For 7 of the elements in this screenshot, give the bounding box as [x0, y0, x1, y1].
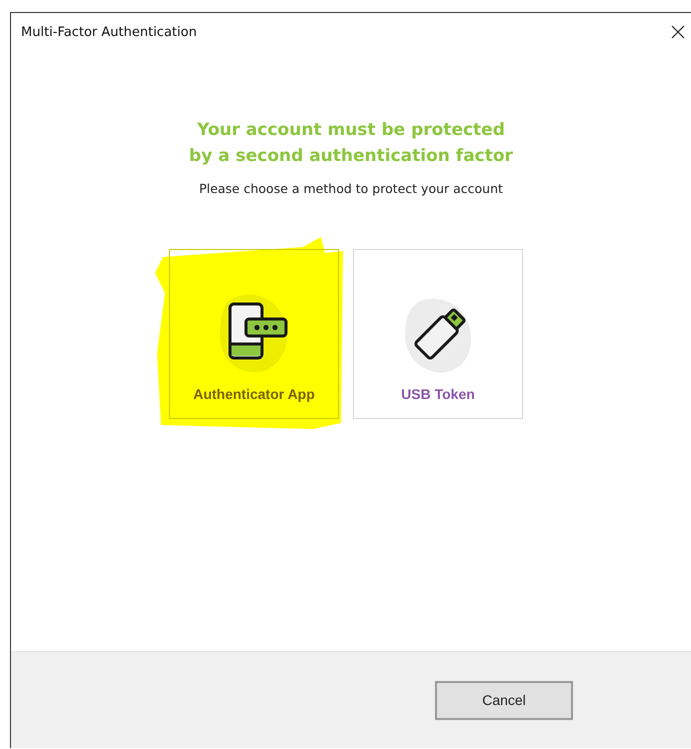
- cancel-button[interactable]: Cancel: [435, 680, 573, 720]
- instruction-text: Please choose a method to protect your account: [199, 181, 503, 196]
- heading: Your account must be protected by a second authentication factor: [189, 119, 513, 168]
- close-icon[interactable]: [671, 25, 685, 39]
- method-card[interactable]: Authenticator App: [169, 249, 339, 419]
- method-card[interactable]: USB Token: [353, 249, 523, 419]
- window-title: Multi-Factor Authentication: [21, 24, 197, 40]
